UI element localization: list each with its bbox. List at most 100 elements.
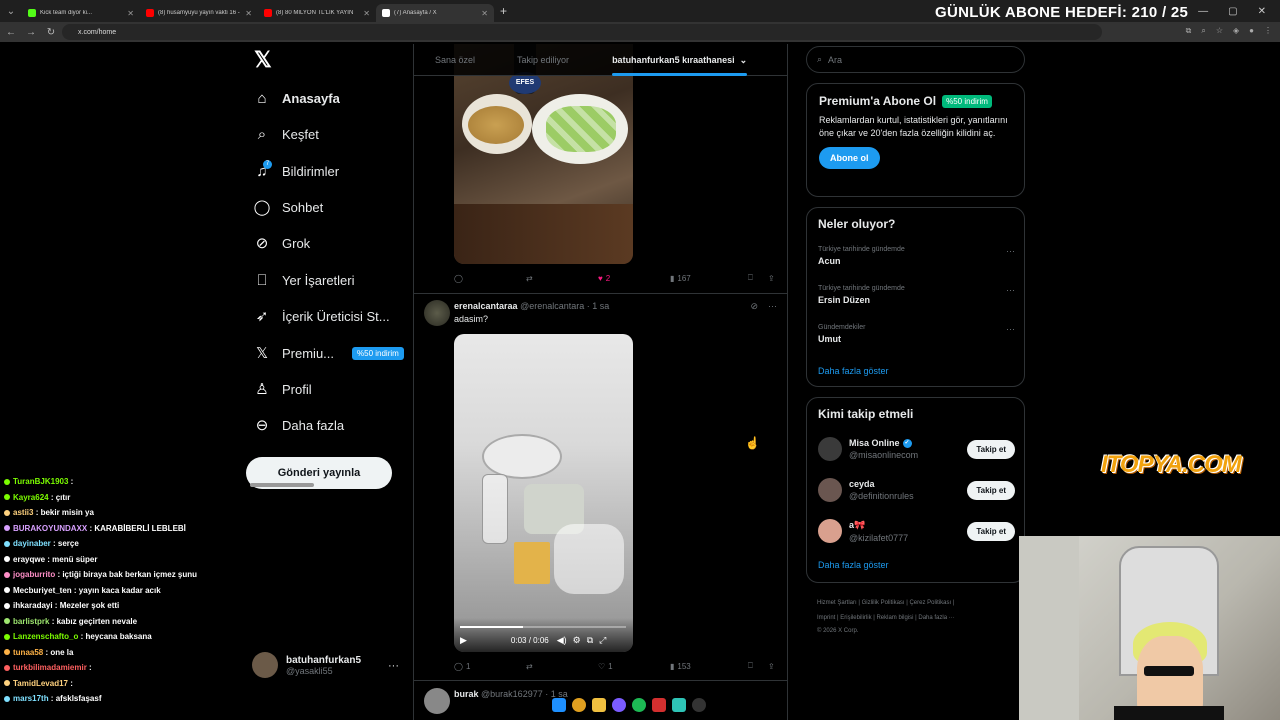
nav-profile[interactable]: ♙ Profil [252,376,311,402]
back-icon[interactable]: ← [2,27,20,38]
show-more-link[interactable]: Daha fazla göster [818,560,889,570]
app-icon[interactable] [652,698,666,712]
more-icon[interactable]: ··· [1006,324,1015,334]
views-button[interactable]: ▮ 153 [670,662,748,671]
chat-username[interactable]: erayqwe [13,555,45,564]
avatar[interactable] [424,688,450,714]
chat-username[interactable]: astii3 [13,508,33,517]
avatar[interactable] [424,300,450,326]
follow-button[interactable]: Takip et [967,439,1015,459]
video-progress-bar[interactable] [460,626,626,628]
bookmark-button[interactable]: ⎕ [748,273,768,283]
folder-icon[interactable] [592,698,606,712]
author-name[interactable]: burak [454,689,479,699]
discord-icon[interactable] [612,698,626,712]
more-icon[interactable]: ··· [1006,246,1015,256]
chat-username[interactable]: Lanzenschafto_o [13,632,78,641]
play-icon[interactable]: ▶ [460,635,467,646]
tab-for-you[interactable]: Sana özel [435,44,475,76]
url-field[interactable]: x.com/home [62,24,1102,40]
account-switcher[interactable]: batuhanfurkan5 @yasakli55 [252,652,361,678]
close-icon[interactable]: ✕ [363,9,370,18]
minimize-icon[interactable]: — [1198,6,1208,17]
browser-tab[interactable]: (8) 80 MİLYON TL'LİK YAYIN ✕ [258,4,376,22]
chat-username[interactable]: Mecburiyet_ten [13,586,72,595]
author-handle[interactable]: @burak162977 [481,689,543,699]
nav-creator-studio[interactable]: ➶ İçerik Üreticisi St... [252,303,390,329]
chat-username[interactable]: tunaa58 [13,648,43,657]
chat-username[interactable]: mars17th [13,694,49,703]
follow-suggestion[interactable]: ceyda @definitionrules Takip et [818,476,1015,504]
follow-suggestion[interactable]: Misa Online ✓ @misaonlinecom Takip et [818,435,1015,463]
bookmark-button[interactable]: ⎕ [748,661,768,671]
pip-icon[interactable]: ⧉ [587,635,593,646]
nav-notifications[interactable]: ♫ 7 Bildirimler [252,158,339,184]
author-name[interactable]: erenalcantaraa [454,301,518,311]
post-time[interactable]: · 1 sa [587,301,610,311]
trend-item[interactable]: Gündemdekiler Umut ··· [818,324,1015,344]
trend-item[interactable]: Türkiye tarihinde gündemde Ersin Düzen ··· [818,285,1015,305]
chat-username[interactable]: ihkaradayi [13,601,53,610]
maximize-icon[interactable]: ▢ [1228,6,1237,17]
spotify-icon[interactable] [632,698,646,712]
menu-icon[interactable]: ⋮ [1264,26,1272,36]
follow-button[interactable]: Takip et [967,521,1015,541]
extension-icon[interactable]: ◈ [1233,26,1239,36]
nav-chat[interactable]: ◯ Sohbet [252,194,324,220]
close-window-icon[interactable]: ✕ [1258,6,1266,17]
account-more-icon[interactable]: ··· [388,660,399,672]
more-icon[interactable]: ··· [1006,285,1015,295]
chat-username[interactable]: Kayra624 [13,493,49,502]
tab-following[interactable]: Takip ediliyor [517,44,569,76]
chat-username[interactable]: TuranBJK1903 [13,477,68,486]
chat-username[interactable]: BURAKOYUNDAXX [13,524,87,533]
tab-menu-icon[interactable]: ⌄ [0,0,22,22]
nav-premium[interactable]: 𝕏 Premiu... %50 indirim [252,340,404,366]
x-logo-icon[interactable]: 𝕏 [254,49,274,71]
nav-more[interactable]: ⊖ Daha fazla [252,412,344,438]
reload-icon[interactable]: ↻ [42,27,60,38]
new-tab-button[interactable]: + [500,4,507,18]
windows-start-icon[interactable] [552,698,566,712]
chrome-icon[interactable] [572,698,586,712]
browser-tab-active[interactable]: (7) Anasayfa / X ✕ [376,4,494,22]
settings-icon[interactable]: ⚙ [573,635,581,646]
footer-line[interactable]: Hizmet Şartları | Gizlilik Politikası | … [817,596,1017,611]
chat-username[interactable]: barlistprk [13,617,49,626]
nav-home[interactable]: ⌂ Anasayfa [252,85,339,111]
chat-username[interactable]: turkbilimadamiemir [13,663,87,672]
star-icon[interactable]: ☆ [1216,26,1223,36]
trend-item[interactable]: Türkiye tarihinde gündemde Acun ··· [818,246,1015,266]
like-button[interactable]: ♥ 2 [598,274,670,283]
install-icon[interactable]: ⧉ [1186,26,1192,36]
share-button[interactable]: ⇪ [768,274,775,283]
follow-button[interactable]: Takip et [967,480,1015,500]
repost-button[interactable]: ⇄ [526,662,598,671]
reply-button[interactable]: ◯ [454,274,526,283]
grok-icon[interactable]: ⊘ [750,301,758,312]
author-handle[interactable]: @erenalcantara [520,301,584,311]
chat-username[interactable]: dayinaber [13,539,51,548]
profile-icon[interactable]: ● [1249,26,1254,36]
share-button[interactable]: ⇪ [768,662,775,671]
show-more-link[interactable]: Daha fazla göster [818,366,889,376]
app-icon[interactable] [672,698,686,712]
post-button[interactable]: Gönderi yayınla [246,457,392,489]
obs-icon[interactable] [692,698,706,712]
browser-tab[interactable]: Kick team diyor ki... ✕ [22,4,140,22]
nav-grok[interactable]: ⊘ Grok [252,230,310,256]
close-icon[interactable]: ✕ [245,9,252,18]
repost-button[interactable]: ⇄ [526,274,598,283]
search-input[interactable]: ⌕ Ara [806,46,1025,73]
tab-list[interactable]: batuhanfurkan5 kıraathanesi ⌄ [612,44,748,76]
views-button[interactable]: ▮ 167 [670,274,748,283]
browser-tab[interactable]: (8) husamyuyu yayın vakti 16 - ✕ [140,4,258,22]
video-player[interactable]: ▶ 0:03 / 0:06 ◀) ⚙ ⧉ ⤢ [454,334,633,652]
more-icon[interactable]: ··· [768,301,777,312]
volume-icon[interactable]: ◀) [557,635,567,646]
fullscreen-icon[interactable]: ⤢ [599,635,606,646]
close-icon[interactable]: ✕ [481,9,488,18]
nav-explore[interactable]: ⌕ Keşfet [252,121,319,147]
forward-icon[interactable]: → [22,27,40,38]
like-button[interactable]: ♡ 1 [598,662,670,671]
